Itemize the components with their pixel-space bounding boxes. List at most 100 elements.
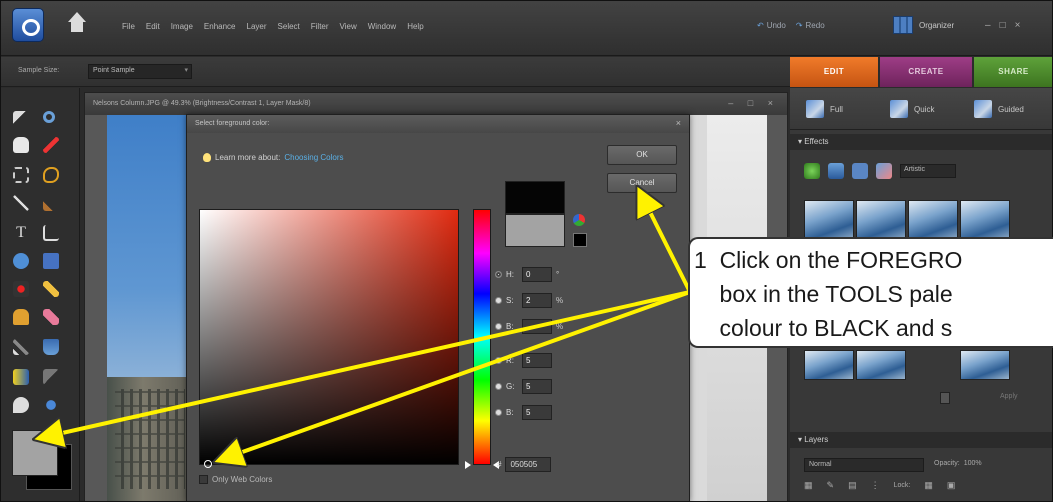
tab-share[interactable]: SHARE xyxy=(974,57,1053,87)
straighten-tool-icon[interactable] xyxy=(40,250,62,272)
maximize-button[interactable]: □ xyxy=(1000,20,1006,31)
hand-tool-icon[interactable] xyxy=(10,134,32,156)
green-input[interactable]: 5 xyxy=(522,379,552,394)
out-of-gamut-icon[interactable] xyxy=(573,214,585,226)
healing-brush-tool-icon[interactable] xyxy=(40,278,62,300)
apply-button[interactable]: Apply xyxy=(1000,393,1018,400)
home-icon[interactable] xyxy=(62,10,90,38)
effect-thumbnail[interactable] xyxy=(856,200,906,242)
eyedropper-tool-icon[interactable] xyxy=(40,134,62,156)
menu-enhance[interactable]: Enhance xyxy=(204,22,236,31)
tab-quick-fix[interactable]: Quick xyxy=(890,100,934,118)
clone-stamp-tool-icon[interactable] xyxy=(10,306,32,328)
menu-filter[interactable]: Filter xyxy=(311,22,329,31)
red-input[interactable]: 5 xyxy=(522,353,552,368)
gradient-tool-icon[interactable] xyxy=(10,366,32,388)
magic-wand-tool-icon[interactable] xyxy=(10,192,32,214)
effects-panel-header[interactable]: ▾ Effects xyxy=(790,134,1053,150)
undo-button[interactable]: ↶ Undo xyxy=(757,21,786,30)
saturation-radio[interactable] xyxy=(495,297,502,304)
web-safe-swatch-icon[interactable] xyxy=(573,233,587,247)
eraser-tool-icon[interactable] xyxy=(40,306,62,328)
sponge-tool-icon[interactable] xyxy=(40,394,62,416)
learn-more-link[interactable]: Choosing Colors xyxy=(284,153,343,162)
quick-fix-label: Quick xyxy=(914,104,935,114)
effect-thumbnail[interactable] xyxy=(804,200,854,242)
sample-size-select[interactable]: Point Sample xyxy=(88,64,192,79)
blend-mode-select[interactable]: Normal xyxy=(804,458,924,472)
hue-input[interactable]: 0 xyxy=(522,267,552,282)
effect-thumbnail[interactable] xyxy=(908,200,958,242)
lock-transparent-icon[interactable]: ▦ xyxy=(924,480,933,491)
hue-slider[interactable] xyxy=(473,209,491,465)
tab-guided-edit[interactable]: Guided xyxy=(974,100,1024,118)
brightness-input[interactable] xyxy=(522,319,552,334)
hex-input[interactable]: 050505 xyxy=(505,457,552,472)
new-layer-icon[interactable]: ▦ xyxy=(804,480,813,491)
redo-button[interactable]: ↷ Redo xyxy=(796,21,825,30)
saturation-input[interactable]: 2 xyxy=(522,293,552,308)
move-tool-icon[interactable] xyxy=(10,108,32,130)
filters-icon[interactable] xyxy=(804,163,820,179)
brush-tool-icon[interactable] xyxy=(10,336,32,358)
link-icon[interactable]: ⋮ xyxy=(871,480,880,491)
effect-thumbnail[interactable] xyxy=(960,200,1010,242)
tab-edit[interactable]: EDIT xyxy=(790,57,878,87)
menu-image[interactable]: Image xyxy=(171,22,193,31)
effect-thumbnail[interactable] xyxy=(960,350,1010,380)
trash-icon[interactable] xyxy=(940,392,950,404)
organizer-button[interactable]: Organizer xyxy=(893,13,973,37)
only-web-colors-checkbox[interactable] xyxy=(199,475,208,484)
menu-window[interactable]: Window xyxy=(368,22,396,31)
foreground-color-swatch[interactable] xyxy=(12,430,58,476)
menu-file[interactable]: File xyxy=(122,22,135,31)
layers-panel-header[interactable]: ▾ Layers xyxy=(790,432,1053,448)
ok-button[interactable]: OK xyxy=(607,145,677,165)
tab-create[interactable]: CREATE xyxy=(880,57,972,87)
only-web-colors[interactable]: Only Web Colors xyxy=(199,475,272,484)
menu-edit[interactable]: Edit xyxy=(146,22,160,31)
blue-input[interactable]: 5 xyxy=(522,405,552,420)
color-field[interactable] xyxy=(199,209,459,468)
marquee-tool-icon[interactable] xyxy=(10,164,32,186)
layer-styles-icon[interactable] xyxy=(828,163,844,179)
cookie-cutter-tool-icon[interactable] xyxy=(10,250,32,272)
zoom-tool-icon[interactable] xyxy=(40,108,62,130)
blur-tool-icon[interactable] xyxy=(10,394,32,416)
paint-bucket-tool-icon[interactable] xyxy=(40,336,62,358)
red-radio[interactable] xyxy=(495,357,502,364)
menu-layer[interactable]: Layer xyxy=(247,22,267,31)
photo-effects-icon[interactable] xyxy=(852,163,868,179)
hue-slider-left-arrow[interactable] xyxy=(465,461,471,469)
shape-tool-icon[interactable] xyxy=(40,366,62,388)
effect-thumbnail[interactable] xyxy=(804,350,854,380)
selection-brush-tool-icon[interactable] xyxy=(40,192,62,214)
color-field-cursor[interactable] xyxy=(204,460,212,468)
all-effects-icon[interactable] xyxy=(876,163,892,179)
delete-layer-icon[interactable]: ▤ xyxy=(848,480,857,491)
type-tool-icon[interactable]: T xyxy=(10,222,32,244)
cancel-button[interactable]: Cancel xyxy=(607,173,677,193)
hue-radio[interactable] xyxy=(495,271,502,278)
close-button[interactable]: × xyxy=(1015,20,1021,31)
brush-icon[interactable]: ✎ xyxy=(827,480,835,491)
current-color-preview[interactable] xyxy=(505,214,565,247)
lock-all-icon[interactable]: ▣ xyxy=(947,480,956,491)
opacity-input[interactable]: 100% xyxy=(964,460,982,467)
menu-view[interactable]: View xyxy=(340,22,357,31)
green-radio[interactable] xyxy=(495,383,502,390)
dialog-close-icon[interactable]: × xyxy=(676,118,681,128)
minimize-button[interactable]: – xyxy=(985,20,991,31)
blue-radio[interactable] xyxy=(495,409,502,416)
effects-category-select[interactable]: Artistic xyxy=(900,164,956,178)
menu-help[interactable]: Help xyxy=(407,22,423,31)
crop-tool-icon[interactable] xyxy=(40,222,62,244)
document-window-controls[interactable]: – □ × xyxy=(728,98,779,108)
menu-select[interactable]: Select xyxy=(278,22,300,31)
brightness-radio[interactable] xyxy=(495,323,502,330)
tab-full-edit[interactable]: Full xyxy=(806,100,843,118)
app-logo-icon[interactable] xyxy=(12,8,44,42)
effect-thumbnail[interactable] xyxy=(856,350,906,380)
lasso-tool-icon[interactable] xyxy=(40,164,62,186)
red-eye-tool-icon[interactable] xyxy=(10,278,32,300)
